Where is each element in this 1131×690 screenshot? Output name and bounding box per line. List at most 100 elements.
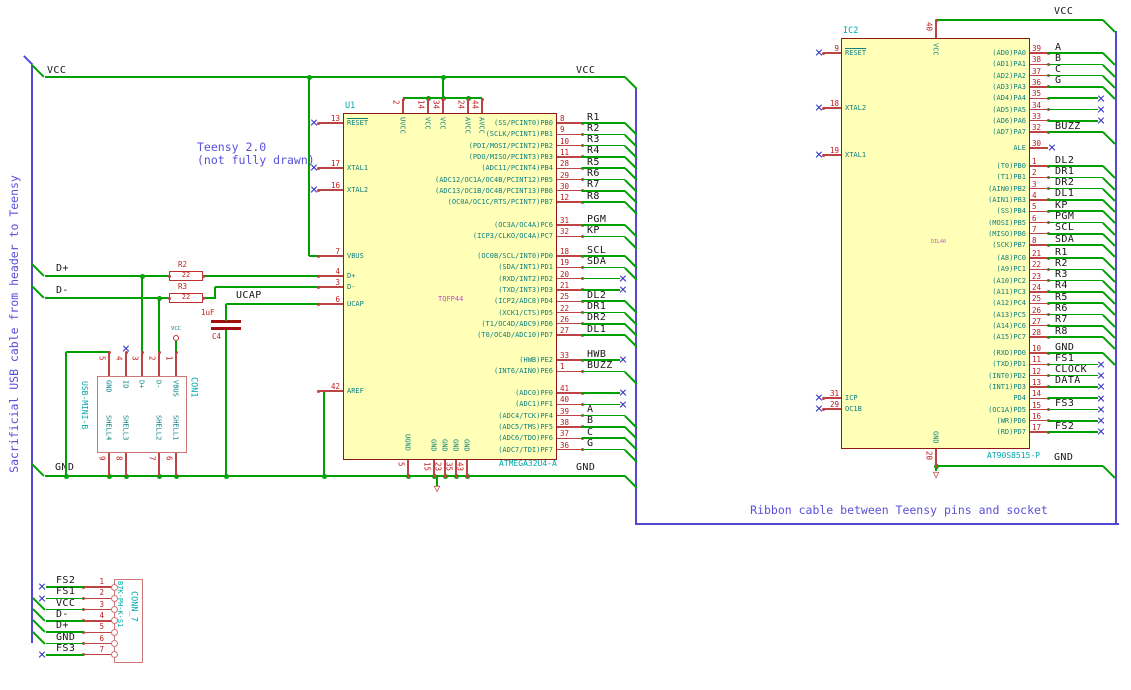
vcc-label-right: VCC	[576, 65, 596, 76]
sacrificial-cable-note: Sacrificial USB cable from header to Tee…	[7, 175, 21, 473]
pin-name: (ADC0)PF0	[515, 389, 553, 397]
pin-number: 29	[829, 400, 839, 409]
pin-name: D+	[137, 380, 146, 389]
ic2-part-name: AT90S8515-P	[987, 451, 1040, 460]
wire	[1102, 210, 1116, 224]
pin-number: 24	[1032, 282, 1042, 292]
wire	[1102, 52, 1116, 66]
pin-number: 40	[560, 395, 570, 405]
pin-name: GND	[429, 439, 438, 452]
pin-number: 4	[1032, 190, 1037, 200]
net-label: SCL	[1055, 222, 1075, 234]
wire	[66, 351, 109, 353]
net-label: BUZZ	[587, 359, 613, 371]
pin-number: 33	[1032, 111, 1042, 121]
pin-name: (ADC12/OC1A/OC4B/PCINT12)PB5	[434, 175, 553, 184]
net-label: SCL	[587, 244, 607, 256]
pin-number: 13	[330, 114, 340, 123]
wire	[32, 619, 46, 633]
net-label: BUZZ	[1055, 120, 1081, 132]
pin-number: 26	[1032, 305, 1042, 315]
pin-number: 5	[97, 356, 107, 361]
pin-end-dot	[316, 274, 320, 278]
wire	[225, 330, 227, 476]
pin-number: 1	[1032, 157, 1037, 166]
teensy-note-line1: Teensy 2.0	[197, 140, 267, 154]
pin-name: VCC	[438, 117, 447, 130]
wire	[45, 275, 169, 277]
net-label: GND	[1055, 341, 1075, 353]
wire	[1102, 63, 1116, 77]
pin-number: 15	[1032, 400, 1042, 410]
net-label: FS1	[1055, 352, 1075, 364]
pin-number: 36	[560, 440, 570, 450]
net-label: G	[587, 438, 594, 449]
pin-number: 25	[1032, 294, 1042, 304]
pin-number: 31	[829, 389, 839, 398]
pin-name: (WR)PD6	[996, 416, 1026, 425]
pin-end-dot	[441, 97, 445, 101]
r2-reference: R2	[178, 260, 188, 269]
pin-number: 3	[130, 356, 140, 361]
net-label: B	[587, 415, 594, 427]
pin-number: 32	[1032, 123, 1042, 133]
pin-name: (AD6)PA6	[992, 116, 1026, 125]
wire	[1102, 257, 1116, 271]
pin-number: 35	[444, 462, 454, 472]
ic2-footprint: DIL40	[931, 239, 947, 245]
teensy-note-line2: (not fully drawn)	[197, 153, 315, 167]
pin-name: (ICP2/ADC8)PD4	[493, 297, 553, 306]
pin-number: 26	[560, 314, 570, 324]
net-label: DR1	[587, 301, 607, 312]
pin-number: 34	[431, 100, 441, 110]
junction-dot	[139, 273, 145, 279]
pin-number: 5	[396, 462, 406, 467]
pin-name: (ADC7/TDI)PF7	[498, 445, 553, 454]
wire	[31, 285, 45, 299]
net-label: KP	[587, 224, 600, 236]
wire	[1048, 386, 1098, 388]
pin-number: 5	[1032, 202, 1037, 212]
pin-number: 29	[560, 170, 570, 180]
pin-name: XTAL1	[845, 151, 867, 159]
pin-name: (ADC11/PCINT4)PB4	[481, 164, 553, 173]
pin-name: (T0/OC4D/ADC10)PD7	[477, 331, 553, 340]
wire	[1048, 408, 1098, 411]
net-label: R2	[587, 122, 600, 134]
pin-name: (SS)PB4	[996, 207, 1026, 216]
pin-name: AVCC	[463, 117, 472, 134]
pin-number: 15	[422, 462, 432, 472]
pin-number: 28	[560, 159, 570, 169]
pin-name: (INT0)PD2	[988, 371, 1026, 380]
pin-name: VBUS	[171, 380, 180, 397]
pin-number: 2	[391, 100, 401, 105]
net-label: D+	[56, 620, 69, 632]
pin-name: GND	[104, 380, 113, 393]
pin	[141, 352, 143, 376]
pin-number: 39	[1032, 44, 1042, 53]
conn7-reference: CONN_7	[128, 591, 139, 622]
net-label: KP	[1055, 199, 1068, 211]
net-label: R4	[1055, 280, 1068, 292]
pin	[83, 654, 114, 656]
pin-name: (A11)PC3	[992, 287, 1026, 296]
wire	[1102, 176, 1116, 190]
junction-dot	[306, 74, 312, 80]
junction-dot	[63, 473, 69, 479]
wire	[46, 654, 83, 656]
u1-part-name: ATMEGA32U4-A	[499, 459, 557, 468]
net-label: PGM	[1055, 211, 1075, 222]
pin-number: 38	[1032, 55, 1042, 65]
pin-end-dot	[157, 350, 161, 354]
con1-reference: CON1	[188, 377, 199, 398]
dplus-label: D+	[56, 263, 69, 274]
wire	[1102, 268, 1116, 282]
net-label: A	[1055, 41, 1062, 53]
wire	[936, 19, 1103, 21]
wire	[582, 201, 625, 203]
pin-number: 10	[560, 136, 570, 146]
pin-name: (TXD/INT3)PD3	[498, 285, 553, 294]
pin-pad	[110, 651, 118, 659]
net-label: FS3	[56, 642, 76, 654]
pin-end-dot	[466, 97, 470, 101]
